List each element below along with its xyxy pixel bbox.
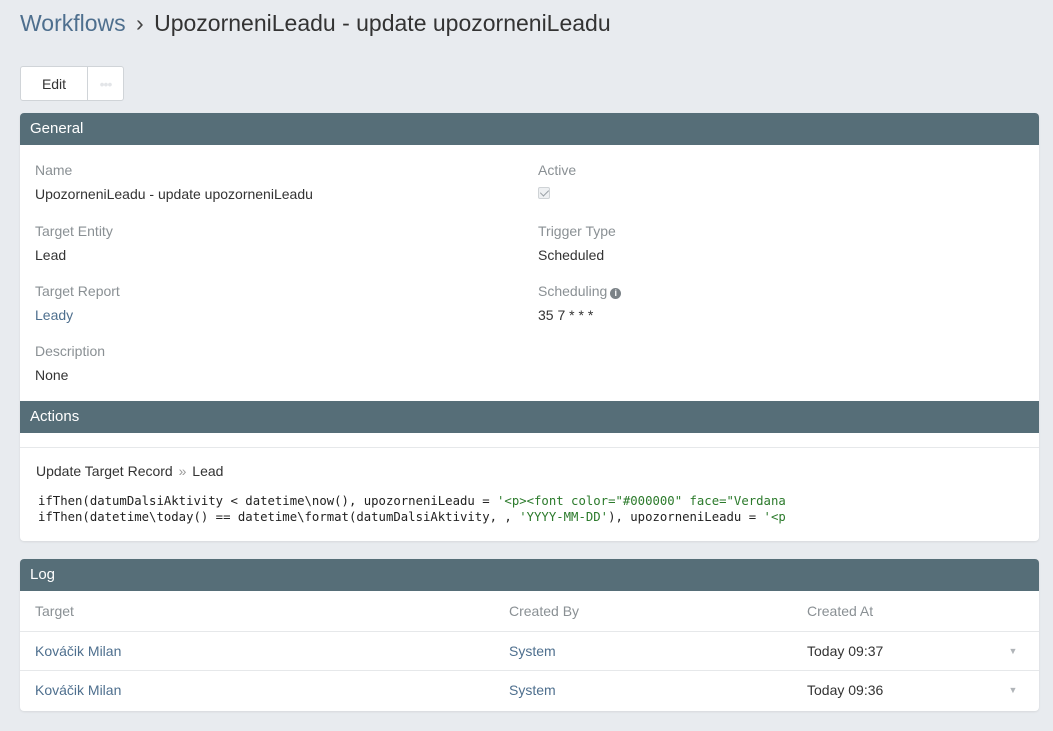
column-header-created-by[interactable]: Created By (509, 591, 807, 632)
toolbar: Edit ••• (20, 66, 124, 101)
target-report-label: Target Report (35, 283, 120, 299)
log-created-at: Today 09:36 (807, 681, 884, 698)
more-icon: ••• (99, 75, 113, 92)
log-target-link[interactable]: Kováčik Milan (35, 643, 121, 659)
target-entity-label: Target Entity (35, 223, 113, 239)
log-created-at: Today 09:37 (807, 631, 987, 671)
actions-panel-heading: Actions (20, 401, 1039, 433)
description-field: Description None (35, 342, 105, 384)
description-label: Description (35, 343, 106, 359)
action-arrow: » (178, 463, 187, 479)
more-actions-button[interactable]: ••• (88, 66, 124, 101)
name-field: Name UpozorneniLeadu - update upozorneni… (35, 161, 313, 203)
table-row: Kováčik Milan System Today 09:36 ▼ (20, 670, 1039, 709)
log-created-by-link[interactable]: System (509, 643, 556, 659)
scheduling-label: Scheduling (538, 283, 608, 299)
log-target-link[interactable]: Kováčik Milan (35, 682, 121, 698)
log-panel: Log Target Created By Created At Kováčik… (20, 559, 1039, 711)
general-panel-heading: General (20, 113, 1039, 145)
info-icon[interactable]: i (610, 288, 622, 299)
column-header-target[interactable]: Target (20, 591, 509, 632)
target-report-link[interactable]: Leady (35, 306, 120, 324)
table-row: Kováčik Milan System Today 09:37 ▼ (20, 631, 1039, 671)
target-entity-value: Lead (35, 247, 67, 263)
general-panel: General Name UpozorneniLeadu - update up… (20, 113, 1039, 401)
scheduling-field: Scheduling i 35 7 * * * (538, 282, 622, 324)
active-field: Active (538, 161, 576, 203)
column-header-created-at[interactable]: Created At (807, 591, 987, 632)
target-report-field: Target Report Leady (35, 282, 120, 324)
action-code: ifThen(datumDalsiAktivity < datetime\now… (38, 494, 786, 524)
trigger-type-value: Scheduled (538, 247, 605, 263)
name-value: UpozorneniLeadu - update upozorneniLeadu (35, 186, 313, 202)
action-title: Update Target Record » Lead (36, 463, 223, 479)
action-target: Lead (192, 463, 224, 479)
description-value: None (35, 367, 69, 383)
breadcrumb-workflows[interactable]: Workflows (20, 10, 126, 36)
scheduling-value: 35 7 * * * (538, 307, 594, 323)
caret-down-icon[interactable]: ▼ (987, 631, 1039, 671)
actions-panel: Actions Update Target Record » Lead ifTh… (20, 401, 1039, 541)
log-created-by-link[interactable]: System (509, 682, 556, 698)
edit-button[interactable]: Edit (20, 66, 88, 101)
target-entity-field: Target Entity Lead (35, 222, 113, 264)
page-title: Workflows › UpozorneniLeadu - update upo… (20, 10, 611, 37)
action-type: Update Target Record (36, 463, 173, 479)
workflow-title: UpozorneniLeadu - update upozorneniLeadu (154, 10, 611, 36)
log-table: Target Created By Created At Kováčik Mil… (20, 591, 1039, 709)
active-label: Active (538, 162, 577, 178)
trigger-type-label: Trigger Type (538, 223, 616, 239)
name-label: Name (35, 162, 73, 178)
active-checkbox (538, 187, 550, 199)
log-panel-heading: Log (20, 559, 1039, 591)
breadcrumb-separator: › (136, 10, 144, 36)
caret-down-icon[interactable]: ▼ (987, 670, 1039, 709)
trigger-type-field: Trigger Type Scheduled (538, 222, 616, 264)
